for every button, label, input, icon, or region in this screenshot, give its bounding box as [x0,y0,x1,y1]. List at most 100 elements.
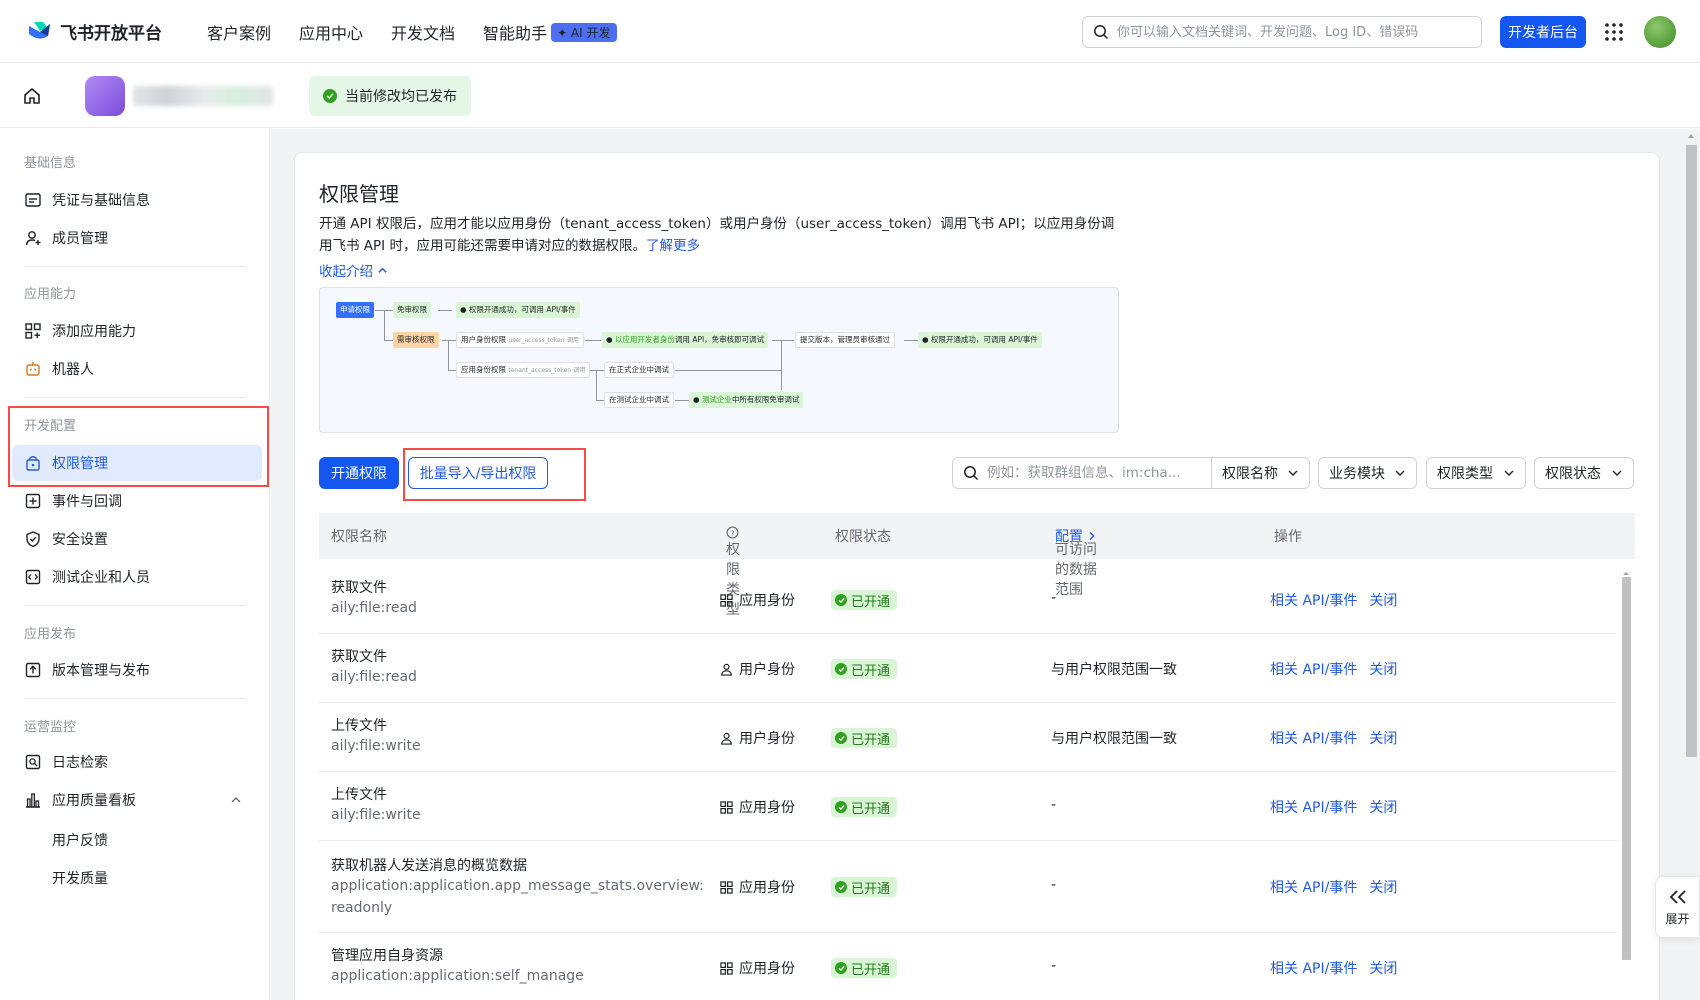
permission-search-input[interactable] [987,465,1187,481]
app-switcher[interactable] [85,76,295,116]
module-filter-select[interactable]: 业务模块 [1318,457,1417,489]
nav-link-assistant[interactable]: 智能助手 ✦ AI 开发 [483,20,617,44]
status-filter-select[interactable]: 权限状态 [1534,457,1634,489]
type-filter-select[interactable]: 权限类型 [1426,457,1526,489]
related-api-link[interactable]: 相关 API/事件 [1270,728,1357,748]
apps-grid-icon[interactable] [1604,22,1624,42]
doc-search-box[interactable] [1082,16,1482,48]
search-icon [964,466,979,481]
close-permission-link[interactable]: 关闭 [1369,877,1397,897]
sidebar-item-label: 版本管理与发布 [52,663,150,679]
user-avatar[interactable] [1644,16,1676,48]
status-badge: 已开通 [831,659,898,679]
table-scrollbar[interactable] [1620,565,1632,960]
sidebar-item-bot[interactable]: 机器人 [12,351,262,387]
search-field-select-label: 权限名称 [1222,466,1278,482]
sidebar-item-credentials[interactable]: 凭证与基础信息 [12,182,262,218]
module-filter-label: 业务模块 [1329,466,1385,482]
sidebar-item-events[interactable]: 事件与回调 [12,483,262,519]
doc-search-input[interactable] [1117,24,1467,40]
sidebar-item-label: 应用质量看板 [52,793,136,809]
data-scope: - [1051,797,1057,813]
data-scope: 与用户权限范围一致 [1051,662,1177,678]
permission-lock-icon [26,456,40,471]
permission-search-box[interactable] [952,457,1212,489]
table-scrollbar-thumb[interactable] [1622,577,1631,960]
sidebar-item-label: 日志检索 [52,755,108,771]
permission-code: aily:file:write [331,738,421,754]
sidebar-item-versions[interactable]: 版本管理与发布 [12,652,262,688]
flow-dev-debug-2: 调用 API，免审核即可调试 [674,335,765,344]
sidebar-item-permissions[interactable]: 权限管理 [12,445,262,481]
status-badge: 已开通 [831,797,898,817]
chevron-up-icon[interactable] [230,794,242,806]
sidebar-item-quality-board[interactable]: 应用质量看板 [12,782,262,818]
home-icon[interactable] [22,86,42,106]
batch-import-export-button[interactable]: 批量导入/导出权限 [408,457,548,489]
developer-console-button[interactable]: 开发者后台 [1500,16,1586,48]
sidebar: 基础信息 凭证与基础信息 成员管理 应用能力 添加应用能力 机器人 开发配置 权… [0,129,270,1000]
sidebar-section-monitoring: 运营监控 [24,720,77,735]
data-scope: - [1051,958,1057,974]
sidebar-subitem-dev-quality[interactable]: 开发质量 [52,868,108,888]
permission-name: 上传文件 [331,718,387,734]
sidebar-item-security[interactable]: 安全设置 [12,521,262,557]
permission-type: 应用身份 [720,590,795,610]
sidebar-item-test-tenants[interactable]: 测试企业和人员 [12,559,262,595]
related-api-link[interactable]: 相关 API/事件 [1270,797,1357,817]
flow-free-result: ● 权限开通成功，可调用 API/事件 [456,302,580,318]
sidebar-item-logs[interactable]: 日志检索 [12,744,262,780]
row-actions: 相关 API/事件 关闭 [1270,877,1397,897]
status-badge: 已开通 [831,590,898,610]
learn-more-link[interactable]: 了解更多 [646,238,700,254]
flow-test-result-2: 中所有权限免审调试 [731,395,800,404]
sidebar-subitem-feedback[interactable]: 用户反馈 [52,830,108,850]
page-scrollbar[interactable] [1682,130,1700,1000]
expand-panel-button[interactable]: 展开 [1655,876,1700,938]
status-badge: 已开通 [831,728,898,748]
permission-name: 上传文件 [331,787,387,803]
sidebar-item-label: 事件与回调 [52,494,122,510]
permission-type-label: 应用身份 [739,961,795,977]
grid-icon [720,961,733,975]
close-permission-link[interactable]: 关闭 [1369,728,1397,748]
scroll-up-arrow-icon[interactable] [1682,130,1700,142]
permission-type: 应用身份 [720,797,795,817]
related-api-link[interactable]: 相关 API/事件 [1270,659,1357,679]
svg-text:?: ? [731,528,735,537]
flow-call-text: 调用 [573,367,586,374]
nav-link-app-center[interactable]: 应用中心 [299,20,363,44]
page-scrollbar-thumb[interactable] [1686,145,1697,757]
close-permission-link[interactable]: 关闭 [1369,958,1397,978]
collapse-intro-toggle[interactable]: 收起介绍 [319,260,388,280]
flow-connector [904,340,918,341]
flow-prod-debug: 在正式企业中调试 [604,362,674,378]
sidebar-divider [24,605,245,606]
close-permission-link[interactable]: 关闭 [1369,590,1397,610]
related-api-link[interactable]: 相关 API/事件 [1270,590,1357,610]
flow-app-identity: 应用身份权限 tenant_access_token 调用 [456,362,591,378]
permission-code: application:application:self_manage [331,968,584,984]
help-circle-icon[interactable]: ? [726,526,739,539]
flow-dev-debug: ● 以应用开发者身份调用 API，免审核即可调试 [602,332,769,348]
table-row: 获取文件 aily:file:read 应用身份 已开通 - 相关 API/事件 关闭 [319,565,1617,634]
brand-logo[interactable]: 飞书开放平台 [26,18,162,44]
scroll-up-arrow-icon[interactable] [1620,569,1632,577]
open-permission-button[interactable]: 开通权限 [319,457,399,489]
nav-link-assistant-label: 智能助手 [483,24,548,43]
related-api-link[interactable]: 相关 API/事件 [1270,958,1357,978]
close-permission-link[interactable]: 关闭 [1369,797,1397,817]
nav-link-docs[interactable]: 开发文档 [391,20,455,44]
flow-final-result-text: 权限开通成功，可调用 API/事件 [930,335,1038,344]
nav-link-cases[interactable]: 客户案例 [207,20,271,44]
related-api-link[interactable]: 相关 API/事件 [1270,877,1357,897]
sidebar-item-members[interactable]: 成员管理 [12,220,262,256]
close-permission-link[interactable]: 关闭 [1369,659,1397,679]
sidebar-item-add-capability[interactable]: 添加应用能力 [12,313,262,349]
sidebar-item-label: 添加应用能力 [52,324,136,340]
collapse-intro-label: 收起介绍 [319,264,373,280]
publish-status-banner: 当前修改均已发布 [309,76,471,116]
sidebar-item-label: 权限管理 [52,456,108,472]
search-field-select[interactable]: 权限名称 [1211,457,1310,489]
sidebar-divider [24,698,245,699]
